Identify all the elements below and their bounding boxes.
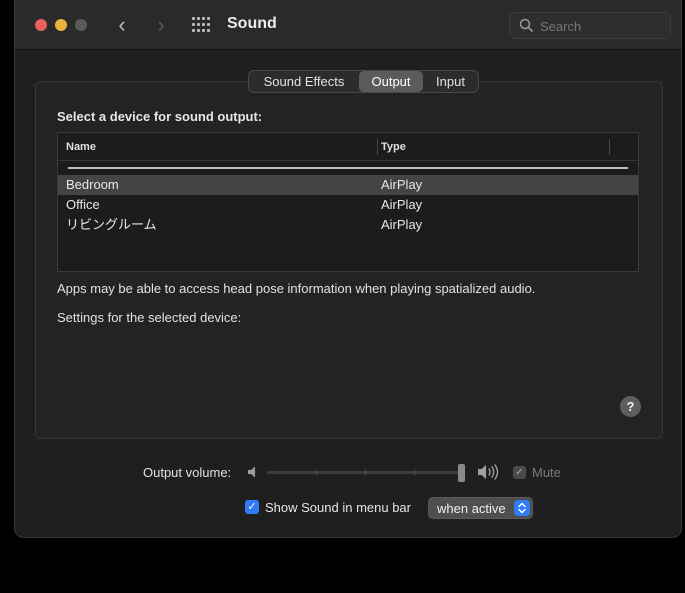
device-settings-label: Settings for the selected device: (57, 310, 242, 325)
output-device-table[interactable]: Name Type Bedroom AirPlay Office AirPlay… (57, 132, 639, 272)
sound-preferences-window: ‹ › Sound Sound Effects Output Input Sel… (14, 0, 682, 538)
column-header-type[interactable]: Type (381, 141, 406, 153)
speaker-high-icon (478, 464, 499, 480)
menu-bar-visibility-popup[interactable]: when active (428, 497, 533, 519)
table-row[interactable]: リビングルーム AirPlay (58, 215, 638, 235)
output-volume-label: Output volume: (143, 465, 232, 480)
column-header-name[interactable]: Name (66, 141, 96, 153)
close-button[interactable] (35, 19, 47, 31)
window-title: Sound (227, 15, 277, 32)
tab-output[interactable]: Output (359, 71, 423, 92)
slider-thumb[interactable] (458, 464, 465, 482)
tab-control: Sound Effects Output Input (248, 70, 479, 93)
tab-sound-effects[interactable]: Sound Effects (249, 71, 359, 92)
table-row[interactable]: Office AirPlay (58, 195, 638, 215)
help-button[interactable]: ? (620, 396, 641, 417)
device-name: リビングルーム (66, 217, 157, 232)
table-row[interactable]: Bedroom AirPlay (58, 175, 638, 195)
back-button[interactable]: ‹ (112, 13, 132, 37)
head-pose-info-text: Apps may be able to access head pose inf… (57, 281, 536, 296)
device-type: AirPlay (381, 217, 423, 232)
device-type: AirPlay (381, 197, 423, 212)
slider-track (267, 471, 465, 474)
speaker-low-icon (248, 466, 255, 478)
show-in-menu-bar-label: Show Sound in menu bar (265, 500, 411, 515)
title-bar: ‹ › Sound (15, 0, 681, 50)
slider-tick (365, 469, 366, 476)
mute-label: Mute (532, 465, 561, 480)
header-rule (68, 167, 628, 169)
output-volume-slider[interactable] (267, 464, 465, 482)
zoom-button[interactable] (75, 19, 87, 31)
mute-checkbox[interactable]: ✓ (513, 466, 526, 479)
slider-tick (316, 469, 317, 476)
search-input[interactable] (540, 17, 662, 35)
slider-tick (414, 469, 415, 476)
show-in-menu-bar-checkbox[interactable]: ✓ (245, 500, 259, 514)
search-field[interactable] (509, 12, 671, 39)
show-all-grid-icon[interactable] (192, 17, 210, 33)
popup-selected-value: when active (437, 501, 506, 516)
device-name: Office (66, 197, 100, 212)
search-icon (519, 18, 533, 32)
tab-input[interactable]: Input (423, 71, 478, 92)
column-divider[interactable] (609, 139, 610, 155)
device-name: Bedroom (66, 177, 119, 192)
device-type: AirPlay (381, 177, 423, 192)
column-divider[interactable] (377, 139, 378, 155)
output-section-label: Select a device for sound output: (57, 109, 263, 124)
chevron-up-down-icon (514, 500, 530, 516)
forward-button[interactable]: › (151, 13, 171, 37)
minimize-button[interactable] (55, 19, 67, 31)
table-header: Name Type (58, 133, 638, 161)
